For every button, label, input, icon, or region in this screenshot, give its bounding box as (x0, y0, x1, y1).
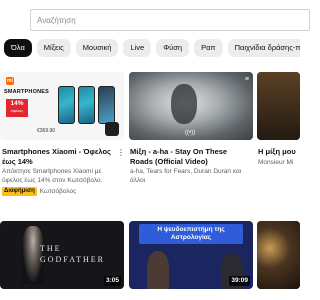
thumbnail-art (257, 72, 300, 140)
mix-playlist-icon: ≡ (244, 76, 249, 83)
thumbnail-title-text: THE GODFATHER (40, 244, 105, 264)
video-meta-my-mix: Η μίξη μου Monsieur Mi (258, 147, 308, 167)
chip-music[interactable]: Μουσική (75, 39, 119, 57)
ad-badge: Διαφήμιση (2, 187, 37, 196)
video-thumbnail-aha-mix[interactable]: ≡ ((•)) (129, 72, 253, 140)
chip-nature[interactable]: Φύση (156, 39, 190, 57)
ad-info-line: Διαφήμιση Κωτσόβολος (2, 187, 122, 196)
discount-note: όφελος (10, 108, 24, 113)
ad-brand-text: SMARTPHONES (4, 89, 49, 95)
phone-camera-image (105, 122, 119, 136)
video-meta-aha-mix: Μίξη - a-ha - Stay On These Roads (Offic… (130, 147, 250, 185)
discount-value: 14% (10, 100, 24, 107)
video-meta-ad: Smartphones Xiaomi - Όφελος έως 14% Απόκ… (2, 147, 122, 196)
video-title[interactable]: Smartphones Xiaomi - Όφελος έως 14% (2, 147, 122, 166)
thumbnail-figure (171, 84, 197, 124)
video-description: Απόκτησε Smartphones Xiaomi με όφελος έω… (2, 168, 103, 184)
video-title[interactable]: Μίξη - a-ha - Stay On These Roads (Offic… (130, 147, 250, 166)
search-box[interactable] (30, 9, 310, 31)
ad-price: €369.90 (37, 128, 56, 134)
xiaomi-logo: mi (6, 77, 14, 85)
thumbnail-title-text: Η ψευδοεπιστήμη της Αστρολογίας (139, 224, 243, 244)
video-thumbnail[interactable] (257, 221, 300, 289)
video-thumbnail-ad[interactable]: mi SMARTPHONES 14% όφελος €369.90 (0, 72, 124, 140)
search-input[interactable] (31, 10, 309, 31)
video-thumbnail-my-mix[interactable] (257, 72, 300, 140)
filter-chip-bar: Όλα Μίξεις Μουσική Live Φύση Ραπ Παιχνίδ… (0, 39, 300, 57)
phone-image (98, 86, 115, 124)
radio-icon: ((•)) (185, 130, 196, 136)
chip-mixes[interactable]: Μίξεις (36, 39, 71, 57)
more-options-icon[interactable]: ⋮ (117, 147, 125, 159)
phone-image (78, 86, 95, 124)
phone-image (58, 86, 75, 124)
thumbnail-figure (147, 251, 169, 289)
video-duration: 3:05 (103, 276, 121, 286)
discount-badge: 14% όφελος (6, 99, 28, 117)
thumbnail-art (257, 221, 300, 289)
channel-name[interactable]: Monsieur Mi (258, 158, 308, 167)
chip-all[interactable]: Όλα (4, 39, 32, 57)
chip-action-adventure-games[interactable]: Παιχνίδια δράσης-περιπέτειας (227, 39, 300, 57)
video-thumbnail-astrology[interactable]: Η ψευδοεπιστήμη της Αστρολογίας 39:09 (129, 221, 253, 289)
video-title[interactable]: Η μίξη μου (258, 147, 308, 157)
chip-live[interactable]: Live (123, 39, 152, 57)
video-thumbnail-godfather[interactable]: THE GODFATHER 3:05 (0, 221, 124, 289)
channel-name[interactable]: Κωτσόβολος (40, 188, 76, 195)
chip-rap[interactable]: Ραπ (194, 39, 223, 57)
top-bar (0, 0, 310, 34)
channel-name[interactable]: a-ha, Tears for Fears, Duran Duran και ά… (130, 167, 250, 185)
video-duration: 39:09 (229, 276, 250, 286)
